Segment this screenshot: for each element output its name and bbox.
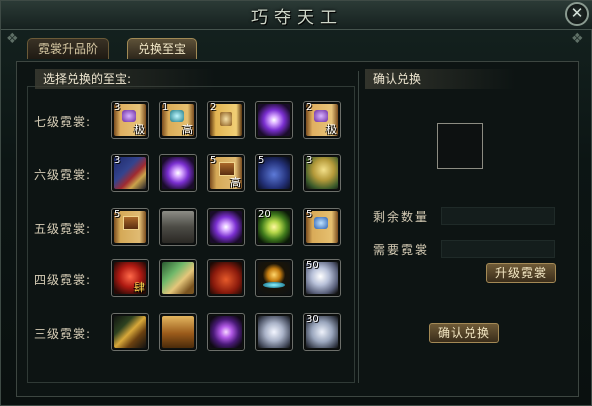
treasure-slot[interactable]: 5 [303,208,341,246]
item-grade-mark: 高 [230,176,241,189]
treasure-slot[interactable] [111,313,149,351]
treasure-slot[interactable]: 2 [207,101,245,139]
treasure-slot[interactable] [207,208,245,246]
item-count: 1 [162,102,169,113]
gold-chest-icon [162,316,194,348]
purple-orb-icon [258,104,290,136]
item-count: 5 [306,209,313,220]
remaining-count-value [441,207,555,225]
treasure-slot[interactable]: 5高 [207,154,245,192]
required-nichang-value [441,240,555,258]
gold-pearl-icon [258,262,290,294]
treasure-slot[interactable] [159,208,197,246]
treasure-slot[interactable] [159,313,197,351]
treasure-slot[interactable] [255,101,293,139]
row-label: 六级霓裳: [34,168,92,182]
confirm-exchange-button[interactable]: 确认兑换 [429,323,499,343]
item-grade-mark: 肆 [134,281,145,294]
exchange-window: 巧夺天工 ✕ ❖ ❖ 霓裳升品阶 兑换至宝 选择兑换的至宝: 确认兑换 七级霓裳… [0,0,592,406]
treasure-slot[interactable]: 2极 [303,101,341,139]
item-count: 5 [210,155,217,166]
row-label: 七级霓裳: [34,115,92,129]
confirm-exchange-heading: 确认兑换 [365,69,515,89]
item-count: 50 [306,260,319,271]
treasure-slot[interactable] [159,154,197,192]
corner-ornament-icon: ❖ [571,31,584,47]
tab-exchange-treasure[interactable]: 兑换至宝 [127,38,198,59]
item-count: 3 [306,155,313,166]
treasure-slot[interactable]: 30 [303,313,341,351]
tab-upgrade-rank[interactable]: 霓裳升品阶 [27,38,110,59]
title-bar[interactable]: 巧夺天工 ✕ [1,1,592,30]
red-bag-icon [210,262,242,294]
treasure-slot[interactable]: 50 [303,259,341,297]
treasure-slot[interactable] [255,313,293,351]
silver-rock-icon [258,316,290,348]
item-count: 3 [114,155,121,166]
treasure-slot[interactable] [207,259,245,297]
row-label: 三级霓裳: [34,327,92,341]
select-treasure-heading: 选择兑换的至宝: [35,69,215,89]
item-count: 2 [306,102,313,113]
metal-chest-icon [162,211,194,243]
required-nichang-label: 需要霓裳 [373,243,430,257]
treasure-slot[interactable]: 5 [111,208,149,246]
corner-ornament-icon: ❖ [6,31,19,47]
treasure-slot[interactable]: 20 [255,208,293,246]
row-label: 五级霓裳: [34,222,92,236]
treasure-slot[interactable]: 3极 [111,101,149,139]
treasure-slot[interactable]: 5 [255,154,293,192]
row-label: 四级霓裳: [34,273,92,287]
item-grade-mark: 极 [134,123,145,136]
item-grade-mark: 高 [182,123,193,136]
item-count: 5 [258,155,265,166]
purple-crystal-icon [210,316,242,348]
item-count: 3 [114,102,121,113]
panel-divider [358,71,359,383]
treasure-slot[interactable]: 肆 [111,259,149,297]
purple-orb-icon [162,157,194,189]
remaining-count-label: 剩余数量 [373,210,430,224]
item-count: 5 [114,209,121,220]
treasure-slot[interactable] [159,259,197,297]
item-count: 20 [258,209,271,220]
item-grade-mark: 极 [326,123,337,136]
selected-treasure-slot [437,123,483,169]
upgrade-nichang-button[interactable]: 升级霓裳 [486,263,556,283]
treasure-slot[interactable] [207,313,245,351]
close-icon: ✕ [570,4,584,22]
jade-box-icon [162,262,194,294]
item-count: 30 [306,314,319,325]
gold-spear-icon [114,316,146,348]
window-title: 巧夺天工 [251,8,343,28]
purple-orb-icon [210,211,242,243]
treasure-slot[interactable]: 1高 [159,101,197,139]
treasure-slot[interactable] [255,259,293,297]
treasure-slot[interactable]: 3 [111,154,149,192]
item-count: 2 [210,102,217,113]
treasure-slot[interactable]: 3 [303,154,341,192]
close-button[interactable]: ✕ [565,2,589,26]
